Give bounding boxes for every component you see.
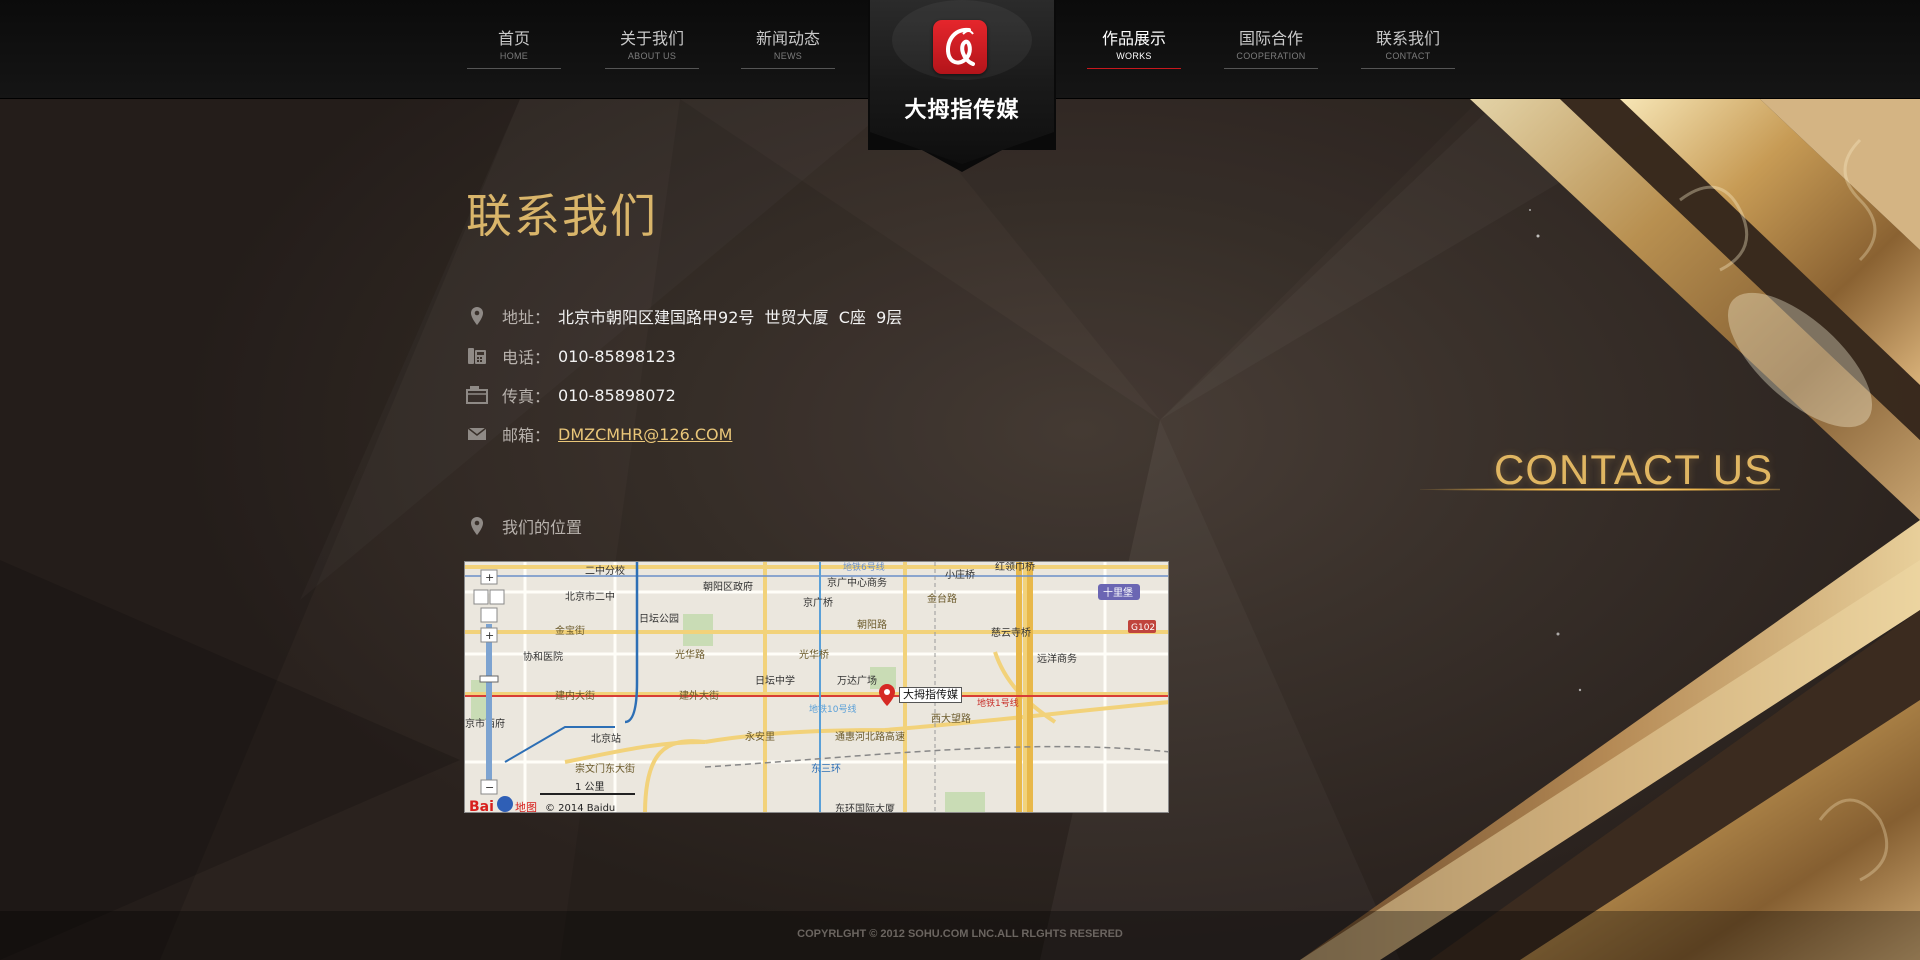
- svg-text:京市西府: 京市西府: [465, 717, 505, 730]
- mail-icon: [466, 423, 488, 445]
- svg-text:朝阳路: 朝阳路: [857, 618, 887, 631]
- svg-text:光华路: 光华路: [675, 648, 705, 661]
- svg-text:十里堡: 十里堡: [1103, 586, 1133, 599]
- hero-title: CONTACT US: [1494, 446, 1774, 493]
- svg-text:日坛公园: 日坛公园: [639, 613, 679, 625]
- fax-row: 传真： 010-85898072: [466, 383, 676, 407]
- nav-sublabel: COOPERATION: [1236, 51, 1306, 61]
- svg-text:北京站: 北京站: [591, 732, 621, 745]
- copyright-text: COPYRLGHT © 2012 SOHU.COM LNC.ALL RLGHTS…: [797, 928, 1123, 940]
- svg-text:万达广场: 万达广场: [837, 674, 877, 687]
- location-heading: 我们的位置: [466, 514, 582, 538]
- svg-text:京广中心商务: 京广中心商务: [827, 576, 887, 589]
- svg-text:红领巾桥: 红领巾桥: [995, 562, 1035, 573]
- address-row: 地址： 北京市朝阳区建国路甲92号 世贸大厦 C座 9层: [466, 304, 902, 328]
- phone-row: 电话： 010-85898123: [466, 344, 676, 368]
- svg-text:建外大街: 建外大街: [679, 689, 719, 702]
- fax-icon: [466, 384, 488, 406]
- svg-text:−: −: [485, 781, 494, 794]
- nav-label: 联系我们: [1375, 29, 1440, 48]
- svg-text:地铁10号线: 地铁10号线: [809, 703, 856, 715]
- svg-text:+: +: [485, 571, 494, 584]
- svg-text:慈云寺桥: 慈云寺桥: [991, 626, 1031, 639]
- nav-label: 首页: [497, 29, 530, 48]
- phone-value: 010-85898123: [558, 346, 676, 366]
- svg-text:地铁1号线: 地铁1号线: [977, 697, 1019, 709]
- svg-text:小庄桥: 小庄桥: [945, 568, 975, 581]
- svg-text:地铁6号线: 地铁6号线: [843, 562, 885, 573]
- svg-text:地图: 地图: [515, 801, 537, 813]
- nav-contact[interactable]: 联系我们 CONTACT: [1361, 28, 1455, 69]
- svg-text:朝阳区政府: 朝阳区政府: [703, 580, 753, 593]
- location-pin-icon: [466, 305, 488, 327]
- svg-text:二中分校: 二中分校: [585, 564, 625, 577]
- map-marker[interactable]: [878, 683, 896, 711]
- brand-logo-icon[interactable]: [933, 20, 987, 74]
- email-link[interactable]: DMZCMHR@126.COM: [558, 425, 732, 444]
- baidu-map[interactable]: 二中分校 北京市二中 朝阳区政府 京广中心商务 京广桥 日坛公园 协和医院 日坛…: [464, 561, 1169, 813]
- svg-text:G102: G102: [1131, 623, 1155, 633]
- nav-sublabel: CONTACT: [1385, 51, 1431, 61]
- svg-text:西大望路: 西大望路: [931, 712, 971, 725]
- nav-label: 国际合作: [1238, 29, 1303, 48]
- address-label: 地址：: [502, 308, 551, 327]
- svg-text:光华桥: 光华桥: [799, 648, 829, 661]
- footer: COPYRLGHT © 2012 SOHU.COM LNC.ALL RLGHTS…: [0, 911, 1920, 960]
- nav-about[interactable]: 关于我们 ABOUT US: [605, 28, 699, 69]
- nav-sublabel: WORKS: [1116, 51, 1152, 61]
- svg-text:远洋商务: 远洋商务: [1037, 652, 1077, 665]
- svg-text:金台路: 金台路: [927, 592, 957, 605]
- email-label: 邮箱：: [502, 426, 551, 445]
- svg-text:+: +: [485, 629, 494, 642]
- brand-a-icon: [946, 27, 975, 66]
- svg-text:1 公里: 1 公里: [575, 781, 605, 793]
- svg-text:永安里: 永安里: [745, 730, 775, 743]
- phone-label: 电话：: [502, 348, 551, 367]
- location-pin-icon: [466, 515, 488, 537]
- nav-news[interactable]: 新闻动态 NEWS: [741, 28, 835, 69]
- nav-home[interactable]: 首页 HOME: [467, 28, 561, 69]
- nav-cooperation[interactable]: 国际合作 COOPERATION: [1224, 28, 1318, 69]
- page-title: 联系我们: [466, 189, 658, 243]
- nav-sublabel: HOME: [499, 51, 529, 61]
- address-value: 北京市朝阳区建国路甲92号 世贸大厦 C座 9层: [558, 308, 903, 327]
- svg-text:北京市二中: 北京市二中: [565, 590, 615, 603]
- map-canvas: 二中分校 北京市二中 朝阳区政府 京广中心商务 京广桥 日坛公园 协和医院 日坛…: [465, 562, 1168, 813]
- fax-label: 传真：: [502, 387, 551, 406]
- svg-text:Bai: Bai: [469, 799, 494, 813]
- nav-label: 作品展示: [1101, 29, 1166, 48]
- svg-text:© 2014 Baidu: © 2014 Baidu: [545, 803, 615, 813]
- nav-label: 新闻动态: [755, 29, 820, 48]
- svg-text:通惠河北路高速: 通惠河北路高速: [835, 730, 905, 743]
- map-marker-label: 大拇指传媒: [899, 687, 962, 703]
- nav-works[interactable]: 作品展示 WORKS: [1087, 28, 1181, 69]
- brand-name: 大拇指传媒: [904, 98, 1020, 123]
- svg-text:崇文门东大街: 崇文门东大街: [575, 762, 635, 775]
- svg-text:京广桥: 京广桥: [803, 596, 833, 609]
- nav-label: 关于我们: [619, 29, 684, 48]
- svg-text:东三环: 东三环: [811, 762, 841, 775]
- email-row: 邮箱： DMZCMHR@126.COM: [466, 422, 732, 446]
- map-pin-icon: [879, 684, 895, 706]
- svg-text:金宝街: 金宝街: [555, 624, 585, 637]
- svg-text:协和医院: 协和医院: [523, 650, 563, 663]
- location-title: 我们的位置: [502, 518, 583, 537]
- svg-text:日坛中学: 日坛中学: [755, 674, 795, 687]
- nav-sublabel: NEWS: [773, 51, 803, 61]
- nav-sublabel: ABOUT US: [627, 51, 677, 61]
- svg-text:东环国际大厦: 东环国际大厦: [835, 802, 895, 813]
- svg-text:建内大街: 建内大街: [555, 689, 595, 702]
- fax-value: 010-85898072: [558, 385, 676, 405]
- phone-icon: [466, 345, 488, 367]
